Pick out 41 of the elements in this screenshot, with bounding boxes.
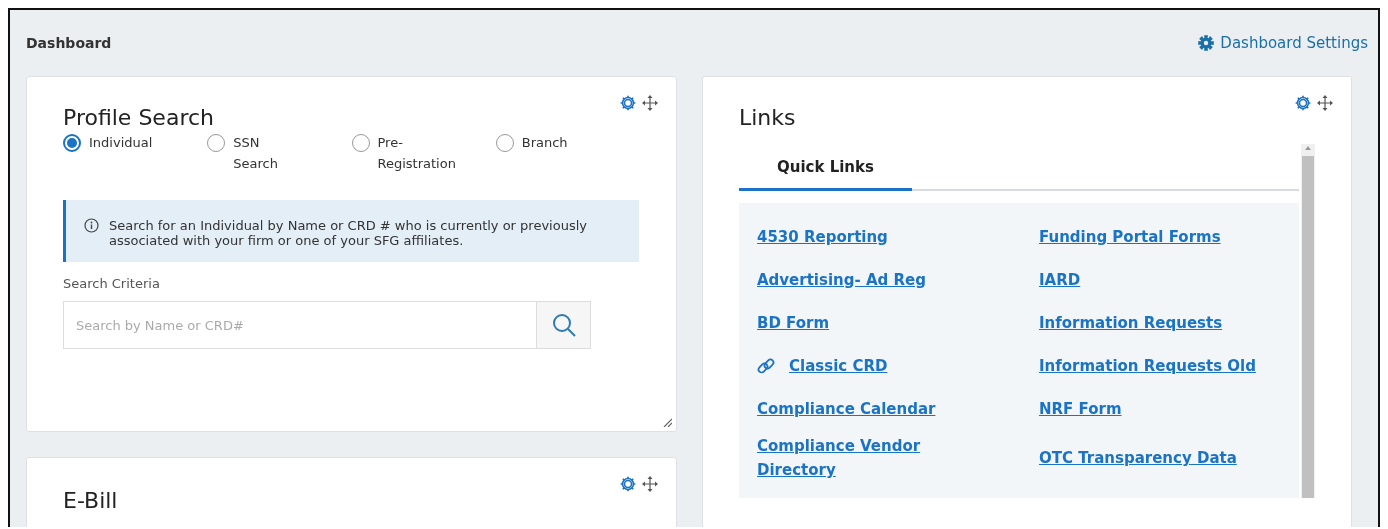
page-title: Dashboard	[26, 35, 112, 51]
move-icon[interactable]	[642, 476, 658, 492]
move-icon[interactable]	[642, 95, 658, 111]
scrollbar[interactable]	[1301, 144, 1315, 498]
quick-link[interactable]: Funding Portal Forms	[1039, 224, 1221, 249]
card-title: Profile Search	[63, 105, 215, 130]
tab[interactable]: Quick Links	[739, 144, 912, 191]
info-icon	[84, 218, 99, 233]
info-text: Search for an Individual by Name or CRD # who is currently or previously associated with your firm or one of your SFG affiliates.	[109, 218, 588, 248]
search-icon	[550, 312, 577, 338]
radio-label: Individual	[89, 134, 153, 152]
resize-handle-icon[interactable]	[663, 418, 672, 427]
quick-link[interactable]: NRF Form	[1039, 396, 1122, 421]
scroll-up-icon[interactable]	[1304, 144, 1312, 152]
quick-link[interactable]: IARD	[1039, 267, 1081, 292]
quick-link[interactable]: Compliance Calendar	[757, 396, 936, 421]
radio-label: Pre-Registration	[377, 134, 456, 173]
quick-link[interactable]: Information Requests	[1039, 310, 1223, 335]
link-icon	[757, 356, 775, 375]
search-button[interactable]	[536, 301, 591, 349]
gear-icon[interactable]	[620, 95, 636, 111]
card-title: E-Bill	[63, 488, 119, 513]
radio-button[interactable]	[63, 134, 81, 152]
search-field[interactable]: Search by Name or CRD#	[63, 301, 536, 349]
gear-icon[interactable]	[620, 476, 636, 492]
gear-icon	[1198, 35, 1215, 51]
radio-label: Branch	[521, 134, 568, 152]
scrollbar-thumb[interactable]	[1302, 156, 1314, 498]
move-icon[interactable]	[1317, 95, 1333, 111]
quick-link[interactable]: Compliance Vendor Directory	[757, 434, 999, 482]
quick-link[interactable]: Information Requests Old	[1039, 353, 1256, 378]
radio-label: SSN Search	[233, 134, 278, 173]
quick-link[interactable]: Classic CRD	[789, 353, 888, 378]
quick-link[interactable]: BD Form	[757, 310, 830, 335]
gear-icon[interactable]	[1295, 95, 1311, 111]
quick-link[interactable]: OTC Transparency Data	[1039, 446, 1237, 470]
card-title: Links	[739, 105, 797, 130]
settings-link[interactable]: Dashboard Settings	[1198, 34, 1368, 52]
quick-link[interactable]: 4530 Reporting	[757, 224, 888, 249]
quick-link[interactable]: Advertising- Ad Reg	[757, 267, 926, 292]
field-label: Search Criteria	[63, 276, 161, 291]
